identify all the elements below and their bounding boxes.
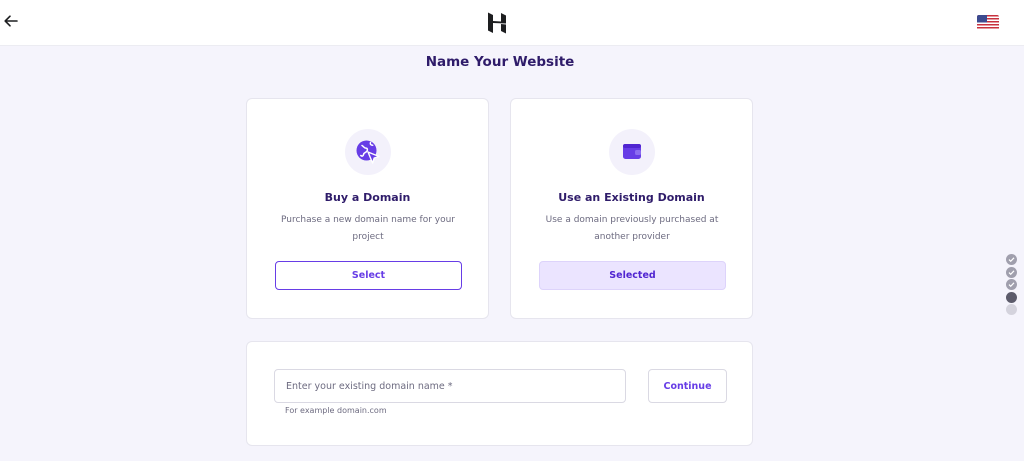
card-heading: Buy a Domain: [324, 191, 411, 204]
select-button[interactable]: Select: [275, 261, 462, 290]
step-completed[interactable]: [1006, 279, 1017, 291]
input-hint: For example domain.com: [285, 406, 387, 415]
wallet-icon: [623, 144, 641, 159]
card-icon-container: [345, 129, 391, 175]
back-button[interactable]: [2, 12, 20, 30]
page-title: Name Your Website: [425, 54, 575, 70]
arrow-left-icon: [4, 15, 18, 27]
card-description: Use a domain previously purchased at ano…: [545, 215, 719, 242]
check-icon: [1008, 257, 1015, 263]
step-completed[interactable]: [1006, 266, 1017, 278]
check-icon: [1008, 269, 1015, 275]
globe-cursor-icon: [356, 140, 380, 164]
top-bar: [0, 0, 1024, 46]
selected-button[interactable]: Selected: [539, 261, 726, 290]
card-heading: Use an Existing Domain: [558, 191, 705, 204]
continue-button[interactable]: Continue: [648, 369, 727, 403]
step-upcoming[interactable]: [1006, 304, 1017, 316]
progress-stepper: [1006, 254, 1018, 317]
us-flag-icon[interactable]: [977, 15, 999, 30]
buy-domain-card[interactable]: Buy a Domain Purchase a new domain name …: [246, 98, 489, 319]
check-icon: [1008, 282, 1015, 288]
step-completed[interactable]: [1006, 254, 1017, 265]
card-icon-container: [609, 129, 655, 175]
domain-name-input[interactable]: [274, 369, 626, 403]
step-current[interactable]: [1006, 291, 1017, 303]
domain-input-panel: For example domain.com Continue: [246, 341, 753, 446]
existing-domain-card[interactable]: Use an Existing Domain Use a domain prev…: [510, 98, 753, 319]
card-description: Purchase a new domain name for your proj…: [281, 215, 455, 242]
hostinger-logo-icon[interactable]: [487, 12, 507, 34]
